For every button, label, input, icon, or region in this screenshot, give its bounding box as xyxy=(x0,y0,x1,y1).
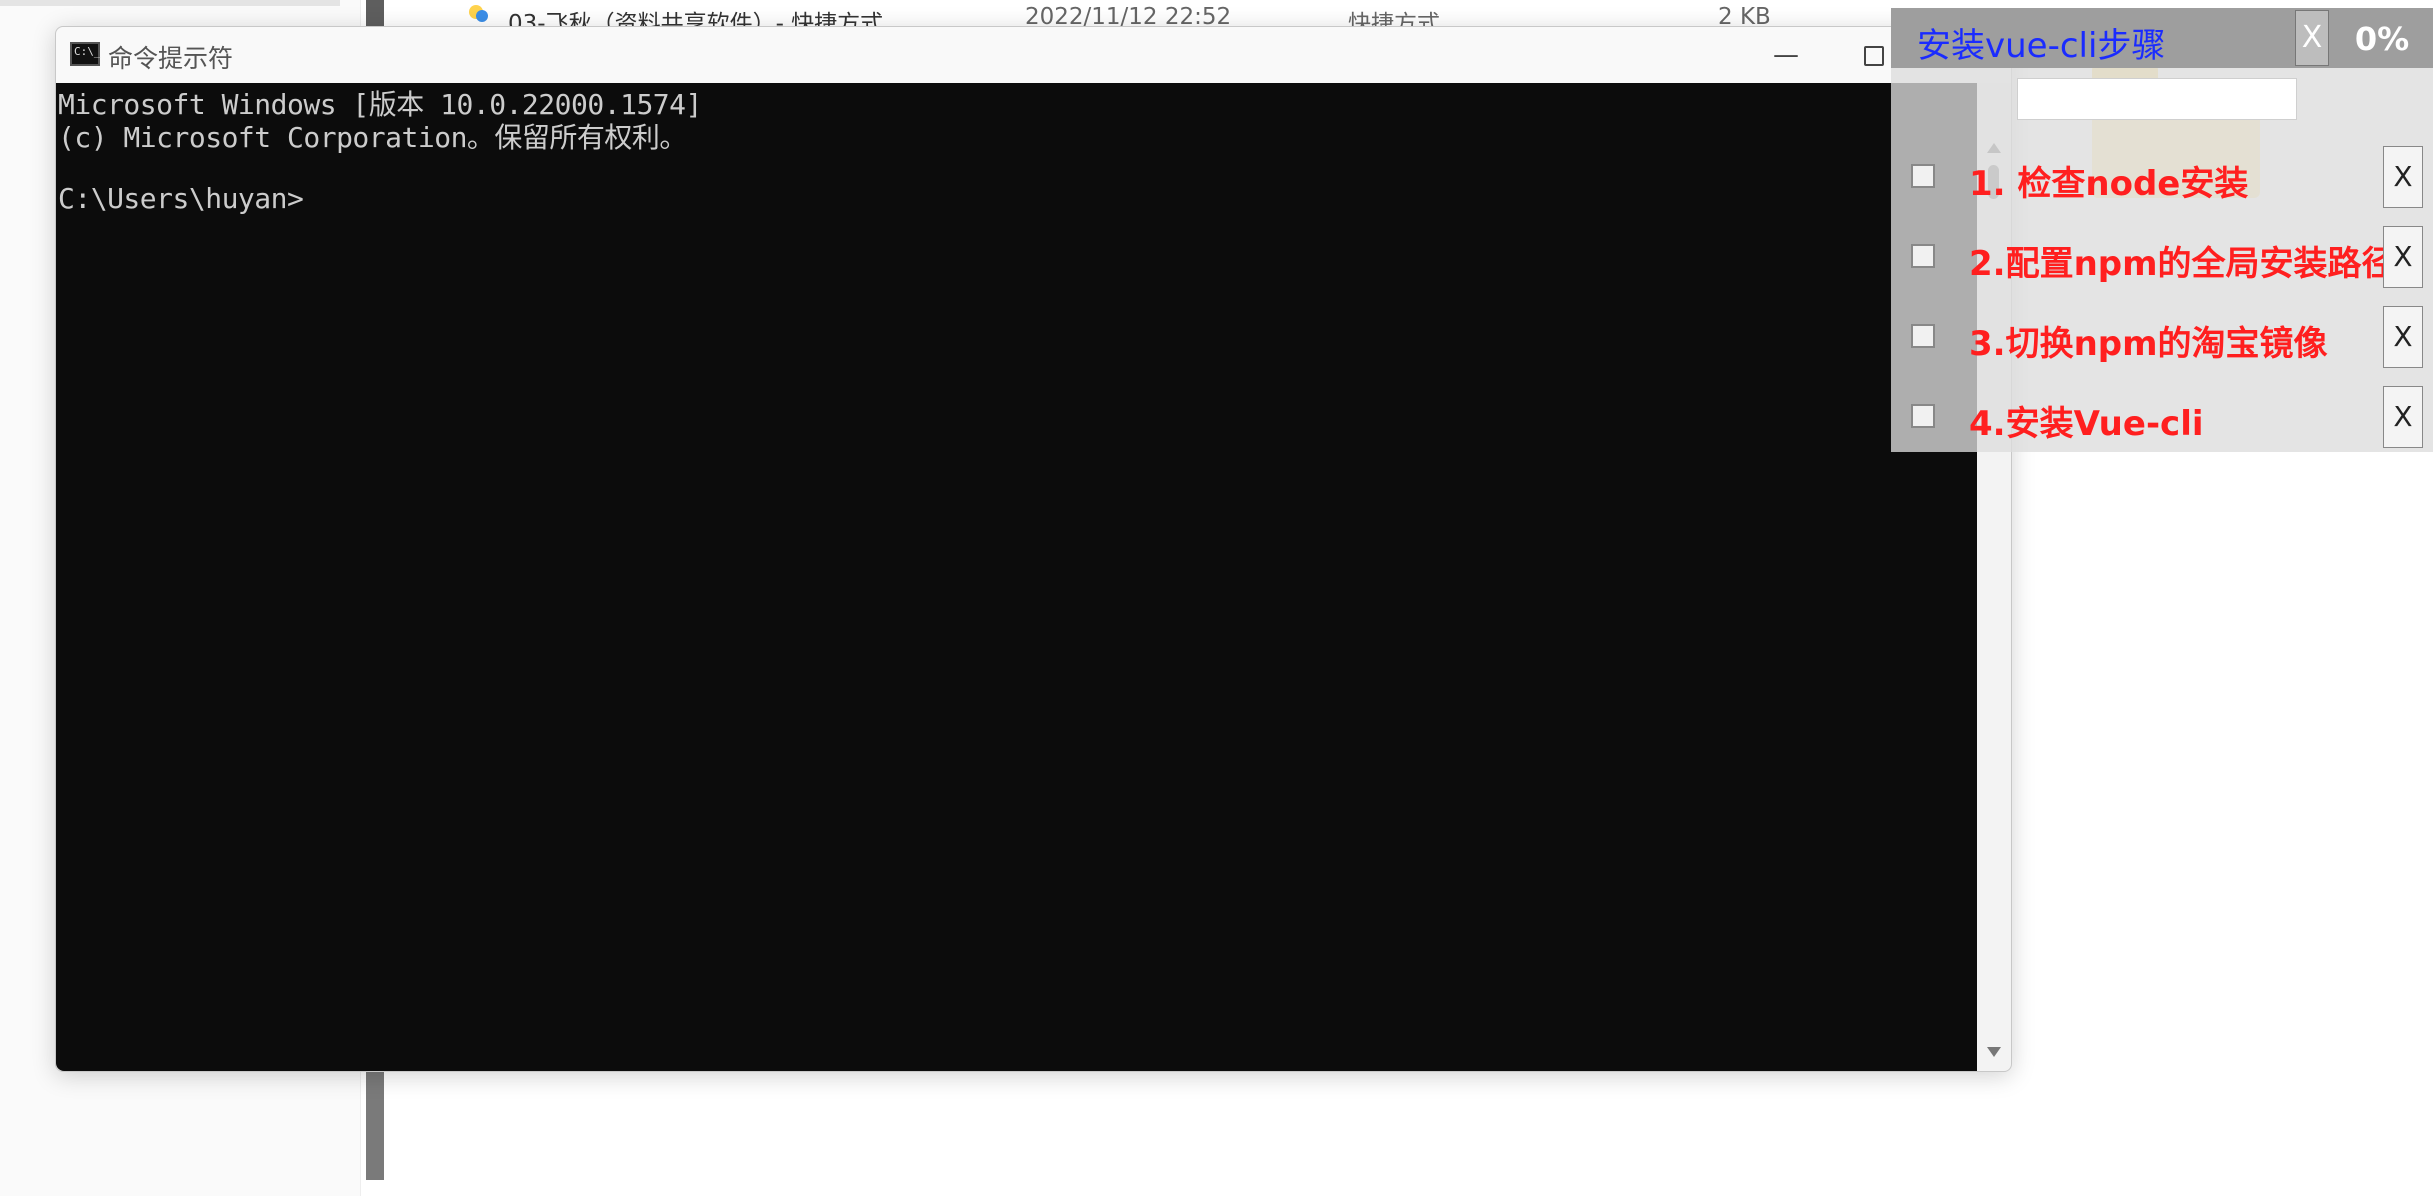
todo-item-checkbox[interactable] xyxy=(1911,164,1935,188)
todo-item-checkbox[interactable] xyxy=(1911,324,1935,348)
todo-new-item-input[interactable] xyxy=(2017,78,2297,120)
console-prompt: C:\Users\huyan> xyxy=(58,182,304,215)
todo-item-label: 4.安装Vue-cli xyxy=(1969,404,2204,444)
console-line: (c) Microsoft Corporation。保留所有权利。 xyxy=(58,121,687,154)
minimize-button[interactable]: — xyxy=(1756,35,1816,75)
todo-widget: 安装vue-cli步骤 X 0% 1. 检查node安装 X 2.配置npm的全… xyxy=(1891,8,2433,452)
shortcut-file-icon xyxy=(469,5,488,22)
todo-item: 2.配置npm的全局安装路径 X xyxy=(1891,224,2433,294)
todo-item-label: 3.切换npm的淘宝镜像 xyxy=(1969,324,2328,364)
cmd-console-output[interactable]: Microsoft Windows [版本 10.0.22000.1574] (… xyxy=(56,83,1977,1071)
todo-item-checkbox[interactable] xyxy=(1911,244,1935,268)
todo-item: 3.切换npm的淘宝镜像 X xyxy=(1891,304,2433,374)
todo-item-delete-button[interactable]: X xyxy=(2383,306,2423,368)
todo-close-button[interactable]: X xyxy=(2295,10,2329,66)
cmd-window-title: 命令提示符 xyxy=(108,44,234,73)
explorer-scrollbar-thumb[interactable] xyxy=(366,0,384,26)
todo-item-delete-button[interactable]: X xyxy=(2383,146,2423,208)
scroll-down-arrow-icon[interactable] xyxy=(1987,1047,2001,1057)
command-prompt-window[interactable]: 命令提示符 — Microsoft Windows [版本 10.0.22000… xyxy=(55,26,2012,1072)
todo-progress-percent: 0% xyxy=(2354,20,2410,58)
explorer-nav-item-partial[interactable] xyxy=(0,0,340,6)
todo-item-label: 2.配置npm的全局安装路径 xyxy=(1969,244,2396,284)
cmd-titlebar[interactable]: 命令提示符 — xyxy=(56,27,2011,83)
maximize-icon xyxy=(1864,46,1884,66)
todo-item-label: 1. 检查node安装 xyxy=(1969,164,2249,204)
todo-item-delete-button[interactable]: X xyxy=(2383,226,2423,288)
todo-title: 安装vue-cli步骤 xyxy=(1917,26,2166,66)
todo-item-checkbox[interactable] xyxy=(1911,404,1935,428)
todo-header: 安装vue-cli步骤 X 0% xyxy=(1891,8,2433,68)
todo-item: 4.安装Vue-cli X xyxy=(1891,384,2433,454)
terminal-icon xyxy=(70,42,101,66)
todo-item-delete-button[interactable]: X xyxy=(2383,386,2423,448)
todo-item: 1. 检查node安装 X xyxy=(1891,144,2433,214)
